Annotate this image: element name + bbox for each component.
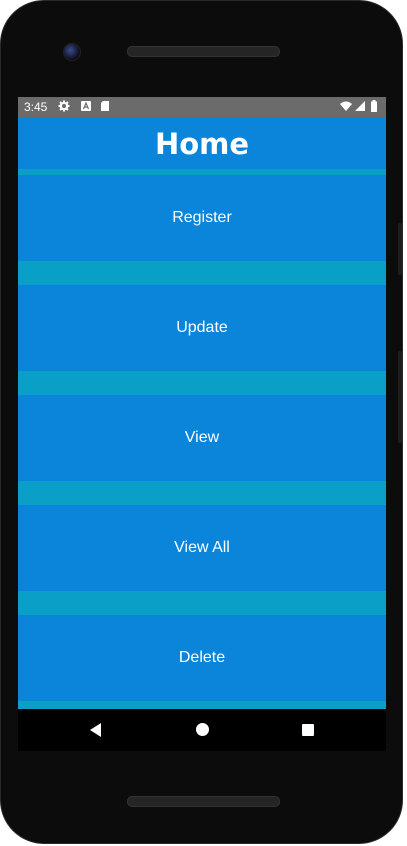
phone-frame: 3:45 Home Register Update View View All …: [0, 0, 403, 844]
view-button[interactable]: View: [18, 395, 386, 481]
font-a-icon: [80, 100, 92, 112]
bottom-speaker: [127, 796, 280, 807]
battery-icon: [370, 100, 378, 112]
wifi-icon: [340, 100, 352, 112]
gear-icon: [58, 100, 70, 112]
delete-button[interactable]: Delete: [18, 615, 386, 701]
home-icon[interactable]: [196, 723, 209, 736]
view-all-button[interactable]: View All: [18, 505, 386, 591]
volume-button: [398, 351, 402, 443]
recents-icon[interactable]: [302, 724, 314, 736]
screen: 3:45 Home Register Update View View All …: [18, 97, 386, 709]
back-icon[interactable]: [90, 723, 101, 737]
register-button[interactable]: Register: [18, 175, 386, 261]
status-time: 3:45: [24, 100, 48, 114]
page-title: Home: [154, 127, 250, 161]
update-button[interactable]: Update: [18, 285, 386, 371]
status-bar: 3:45: [18, 97, 386, 117]
front-camera: [63, 43, 81, 61]
signal-icon: [354, 100, 366, 112]
system-navigation-bar: [18, 709, 386, 751]
earpiece-speaker: [127, 46, 280, 57]
app-bar: Home: [18, 117, 386, 169]
power-button: [398, 223, 402, 275]
sd-card-icon: [99, 100, 111, 112]
